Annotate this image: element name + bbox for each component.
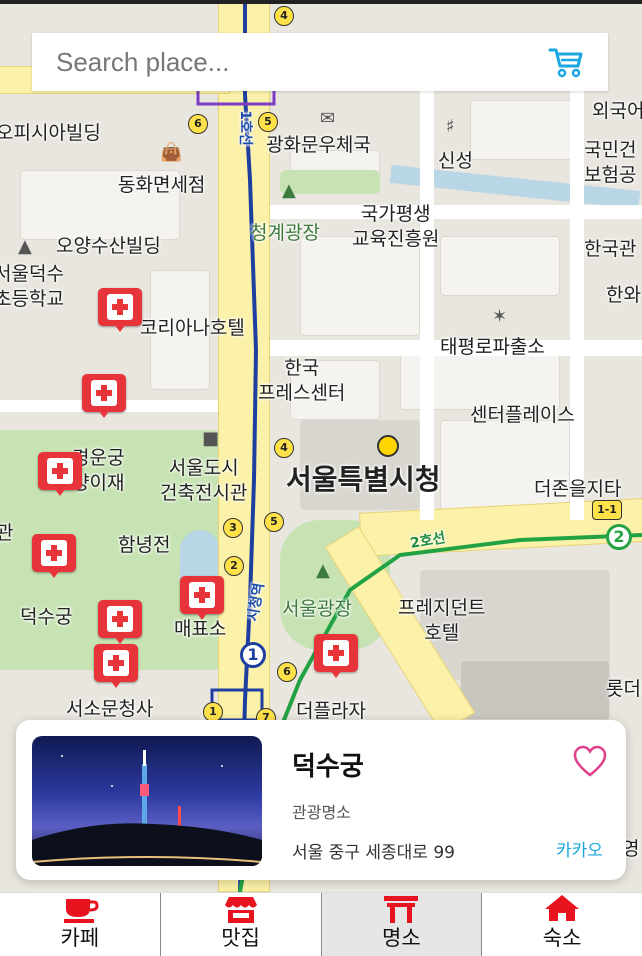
cafe-icon <box>63 899 99 923</box>
restaurant-icon: ♯ <box>446 116 455 137</box>
map-label: 오양수산빌딩 <box>56 235 161 257</box>
station-exit-number: 2 <box>224 556 244 576</box>
attraction-marker-icon[interactable] <box>82 374 126 418</box>
map-label: 덕수궁 <box>20 606 73 628</box>
map-label: 외국어 <box>592 100 642 122</box>
map-label: 센터플레이스 <box>470 404 575 426</box>
bottom-tab-bar: 카페 맛집 명소 숙소 <box>0 892 642 956</box>
store-icon <box>224 897 257 923</box>
tab-label: 맛집 <box>221 926 260 950</box>
station-exit-number: 4 <box>274 6 294 26</box>
map-label: 관 <box>0 522 14 544</box>
map-label: 국가평생 교육진흥원 <box>352 203 440 250</box>
station-exit-number: 5 <box>264 512 284 532</box>
tab-label: 숙소 <box>542 926 582 950</box>
search-bar[interactable]: Search place... <box>32 33 608 91</box>
tab-lodging[interactable]: 숙소 <box>482 893 642 956</box>
status-bar-edge <box>0 0 642 4</box>
place-thumbnail[interactable] <box>32 736 262 866</box>
post-office-icon: ✉ <box>320 108 336 129</box>
tab-label: 카페 <box>60 926 100 950</box>
map-label: 서소문청사 <box>66 698 154 720</box>
station-exit-number: 1-1 <box>592 500 622 520</box>
map-label: 더존을지타 <box>534 478 622 500</box>
station-exit-number: 4 <box>274 438 294 458</box>
subway-line-label: 1호선 <box>236 110 253 146</box>
home-icon <box>545 895 580 921</box>
station-exit-number: 6 <box>188 114 208 134</box>
map-label: 서울덕수 초등학교 <box>0 263 64 310</box>
map-label: 오피시아빌딩 <box>0 122 101 144</box>
map-label: 국민건 보험공 <box>584 139 637 186</box>
line2-station-badge: 2 <box>606 524 632 550</box>
attraction-marker-icon[interactable] <box>32 534 76 578</box>
kakao-link[interactable]: 카카오 <box>556 836 603 861</box>
attraction-marker-icon[interactable] <box>98 600 142 644</box>
tab-label: 명소 <box>382 926 421 950</box>
attraction-marker-icon[interactable] <box>38 452 82 496</box>
map-label: 한국 프레스센터 <box>258 357 346 404</box>
attraction-marker-icon[interactable] <box>314 634 358 678</box>
station-exit-number: 3 <box>223 518 243 538</box>
tab-attraction[interactable]: 명소 <box>321 893 483 956</box>
tree-icon: ▲ <box>282 180 296 201</box>
tree-icon: ▲ <box>316 560 330 581</box>
school-icon: ▲ <box>18 236 32 257</box>
map-label: 동화면세점 <box>118 174 206 196</box>
station-exit-number: 5 <box>258 112 278 132</box>
map-label: 광화문우체국 <box>266 134 371 156</box>
heart-icon[interactable] <box>572 744 608 778</box>
map-label-cityhall: 서울특별시청 <box>286 463 441 496</box>
map-label: 서울광장 <box>282 598 352 620</box>
tab-restaurant[interactable]: 맛집 <box>161 893 322 956</box>
map-label: 더플라자 <box>296 700 366 722</box>
attraction-marker-icon[interactable] <box>98 288 142 332</box>
tab-cafe[interactable]: 카페 <box>0 893 161 956</box>
map-label: 프레지던트 호텔 <box>398 597 486 644</box>
map-label: 롯더 <box>606 678 641 700</box>
map-label: 코리아나호텔 <box>140 317 245 339</box>
app: 4 6 5 4 3 5 2 6 1 7 1-1 2 1 오피시아빌딩 동화면세점… <box>0 0 642 956</box>
place-name: 덕수궁 <box>292 752 364 782</box>
place-address: 서울 중구 세종대로 99 <box>292 843 455 863</box>
attraction-marker-icon[interactable] <box>180 576 224 620</box>
place-info-card[interactable]: 덕수궁 관광명소 서울 중구 세종대로 99 카카오 <box>16 720 626 880</box>
cart-icon[interactable] <box>548 46 584 78</box>
search-input[interactable]: Search place... <box>56 47 548 78</box>
map-label: 태평로파출소 <box>440 336 545 358</box>
map-label: 청계광장 <box>250 222 320 244</box>
police-icon: ✶ <box>492 306 508 327</box>
station-exit-number: 1 <box>203 702 223 722</box>
place-category: 관광명소 <box>292 803 351 822</box>
map-label: 한와 <box>606 284 641 306</box>
attraction-marker-icon[interactable] <box>94 644 138 688</box>
museum-icon: ■ <box>202 428 220 449</box>
map-label: 함녕전 <box>118 534 171 556</box>
line1-station-badge: 1 <box>240 642 266 668</box>
map-label: 신성 <box>438 150 473 172</box>
shopping-bag-icon: 👜 <box>160 142 183 163</box>
namsan-tower-photo <box>32 750 262 866</box>
map-label: 서울도시 건축전시관 <box>160 457 248 504</box>
gate-icon <box>384 896 419 923</box>
station-exit-number: 6 <box>277 662 297 682</box>
city-hall-marker-icon <box>377 435 399 457</box>
map-label: 한국관 <box>584 238 637 260</box>
